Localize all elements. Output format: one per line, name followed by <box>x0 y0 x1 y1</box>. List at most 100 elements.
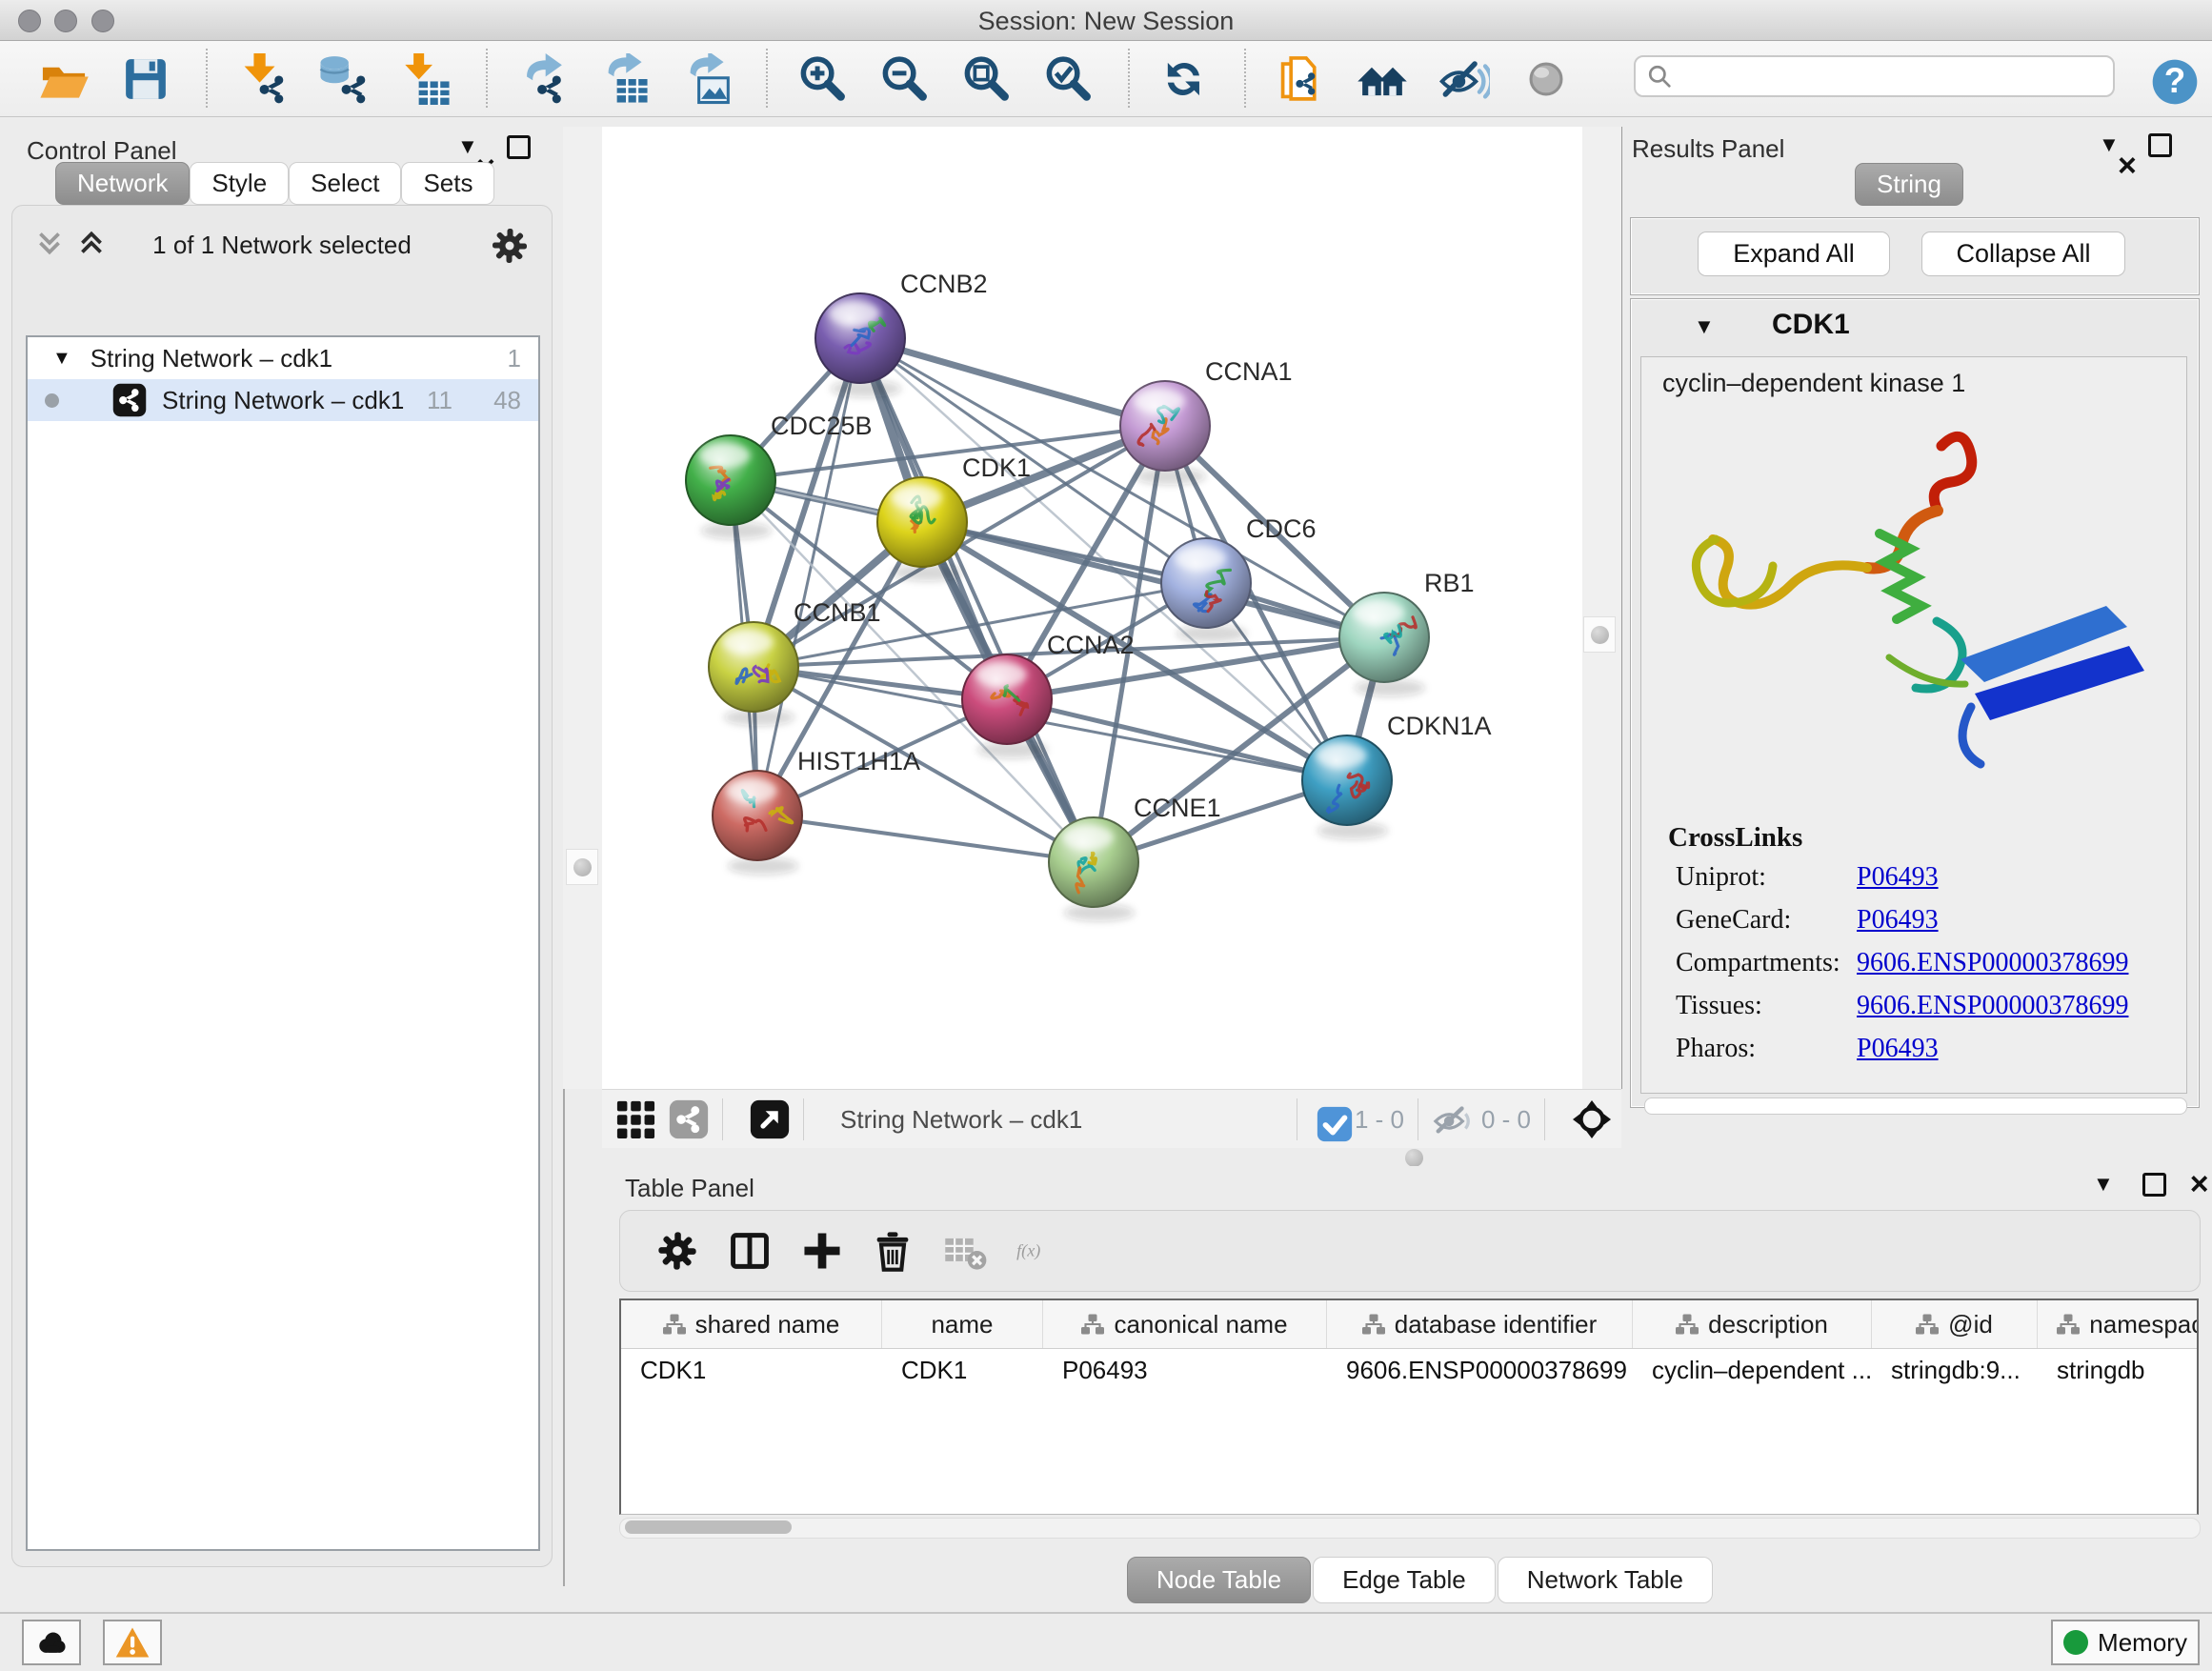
toolbar-button-import-database[interactable] <box>318 53 370 105</box>
network-edge[interactable] <box>757 815 1094 862</box>
delete-table-icon[interactable] <box>942 1228 988 1274</box>
crosslink-link[interactable]: 9606.ENSP00000378699 <box>1857 991 2128 1021</box>
left-splitter-handle[interactable] <box>566 849 598 885</box>
tab-network-table[interactable]: Network Table <box>1498 1557 1713 1603</box>
gear-icon[interactable] <box>489 225 531 272</box>
results-panel-maximize-button[interactable] <box>2148 133 2172 157</box>
table-panel-float-button[interactable]: ▼ <box>2093 1172 2114 1197</box>
toolbar-button-export-image[interactable] <box>680 53 732 105</box>
network-edge[interactable] <box>860 338 1094 862</box>
toolbar-button-import-network[interactable] <box>236 53 288 105</box>
table-cell[interactable]: P06493 <box>1043 1349 1327 1391</box>
toolbar-button-open-folder[interactable] <box>38 53 90 105</box>
table-cell[interactable]: CDK1 <box>621 1349 882 1391</box>
add-column-icon[interactable] <box>799 1228 845 1274</box>
toolbar-button-import-table[interactable] <box>400 53 452 105</box>
toolbar-button-clone-document[interactable] <box>1275 53 1326 105</box>
network-node-CCNA2[interactable] <box>962 654 1052 758</box>
toolbar-button-refresh[interactable] <box>1158 53 1210 105</box>
network-node-HIST1H1A[interactable] <box>713 771 802 875</box>
grid-view-icon[interactable] <box>615 1099 655 1139</box>
network-collection-row[interactable]: ▼ String Network – cdk1 1 <box>28 337 538 379</box>
crosslink-link[interactable]: P06493 <box>1857 905 1939 936</box>
toolbar-button-zoom-selected[interactable] <box>1042 53 1094 105</box>
search-box[interactable] <box>1634 55 2115 97</box>
collapse-all-button[interactable]: Collapse All <box>1921 232 2125 276</box>
tab-node-table[interactable]: Node Table <box>1127 1557 1311 1603</box>
toolbar-button-houses[interactable] <box>1357 53 1408 105</box>
tab-edge-table[interactable]: Edge Table <box>1313 1557 1496 1603</box>
selected-checkbox-icon[interactable] <box>1315 1104 1345 1135</box>
network-node-CDKN1A[interactable] <box>1302 735 1392 839</box>
memory-button[interactable]: Memory <box>2051 1620 2200 1665</box>
column-header-canonical-name[interactable]: canonical name <box>1043 1300 1327 1348</box>
results-panel-close-button[interactable]: × <box>2118 157 2137 175</box>
cloud-status-button[interactable] <box>22 1620 81 1665</box>
tab-select[interactable]: Select <box>289 162 401 205</box>
network-canvas[interactable]: CCNB2CCNA1CDC25BCDK1CDC6RB1CCNB1CCNA2CDK… <box>602 127 1582 1089</box>
column-header-database-identifier[interactable]: database identifier <box>1327 1300 1633 1348</box>
table-row[interactable]: CDK1CDK1P064939606.ENSP00000378699cyclin… <box>621 1349 2197 1391</box>
table-panel-maximize-button[interactable] <box>2142 1173 2166 1197</box>
column-header-description[interactable]: description <box>1633 1300 1872 1348</box>
horizontal-splitter[interactable] <box>602 1148 2212 1166</box>
results-panel-float-button[interactable]: ▼ <box>2099 132 2120 157</box>
column-header--id[interactable]: @id <box>1872 1300 2038 1348</box>
right-splitter[interactable] <box>1582 127 1623 1089</box>
warnings-button[interactable] <box>103 1620 162 1665</box>
results-scrollbar[interactable] <box>1644 1097 2187 1115</box>
network-node-CCNB2[interactable] <box>815 293 905 397</box>
control-panel-float-button[interactable]: ▼ <box>457 134 478 159</box>
birdseye-view-icon[interactable] <box>750 1099 790 1139</box>
toolbar-button-zoom-out[interactable] <box>878 53 930 105</box>
expand-all-button[interactable]: Expand All <box>1698 232 1890 276</box>
table-h-scrollbar[interactable] <box>619 1518 2201 1539</box>
toolbar-button-zoom-in[interactable] <box>796 53 848 105</box>
network-edge[interactable] <box>860 338 1165 426</box>
show-columns-icon[interactable] <box>727 1228 773 1274</box>
right-splitter-handle[interactable] <box>1583 616 1616 653</box>
crosslink-link[interactable]: P06493 <box>1857 1034 1939 1064</box>
network-node-RB1[interactable] <box>1339 593 1429 696</box>
toolbar-button-help[interactable]: ? <box>2149 56 2191 98</box>
column-header-name[interactable]: name <box>882 1300 1043 1348</box>
function-builder-icon[interactable]: f(x) <box>1015 1228 1100 1274</box>
section-collapse-icon[interactable]: ▼ <box>1694 314 1715 339</box>
tab-sets[interactable]: Sets <box>401 162 494 205</box>
toolbar-button-export-network[interactable] <box>516 53 568 105</box>
left-splitter[interactable] <box>563 127 602 1089</box>
network-row-selected[interactable]: String Network – cdk1 11 48 <box>28 379 538 421</box>
network-overview-icon[interactable] <box>669 1099 709 1139</box>
tab-string[interactable]: String <box>1855 163 1963 206</box>
crosslink-link[interactable]: P06493 <box>1857 862 1939 893</box>
table-cell[interactable]: cyclin–dependent ... <box>1633 1349 1872 1391</box>
table-cell[interactable]: stringdb:9... <box>1872 1349 2038 1391</box>
column-header-shared-name[interactable]: shared name <box>621 1300 882 1348</box>
hidden-eye-icon[interactable] <box>1432 1099 1472 1139</box>
network-node-CDC25B[interactable] <box>686 435 775 539</box>
tab-network[interactable]: Network <box>55 162 190 205</box>
network-node-CCNB1[interactable] <box>709 622 798 726</box>
table-cell[interactable]: CDK1 <box>882 1349 1043 1391</box>
table-settings-gear-icon[interactable] <box>654 1228 700 1274</box>
table-cell[interactable]: stringdb <box>2038 1349 2199 1391</box>
network-node-CCNA1[interactable] <box>1120 381 1210 485</box>
crosslink-link[interactable]: 9606.ENSP00000378699 <box>1857 948 2128 978</box>
network-edge[interactable] <box>757 338 860 815</box>
table-panel-close-button[interactable]: × <box>2190 1176 2209 1194</box>
tree-expand-icon[interactable]: ▼ <box>52 348 71 370</box>
horizontal-splitter-handle[interactable] <box>1405 1149 1423 1167</box>
search-input[interactable] <box>1672 62 2085 91</box>
table-cell[interactable]: 9606.ENSP00000378699 <box>1327 1349 1633 1391</box>
toolbar-button-hide-eye[interactable] <box>1438 53 1490 105</box>
scrollbar-thumb[interactable] <box>625 1520 792 1534</box>
network-node-CCNE1[interactable] <box>1049 817 1138 921</box>
fit-selected-crosshair-icon[interactable] <box>1572 1099 1612 1139</box>
toolbar-button-export-table[interactable] <box>598 53 650 105</box>
delete-column-icon[interactable] <box>870 1228 915 1274</box>
network-edge[interactable] <box>1007 699 1347 780</box>
column-header-namespace[interactable]: namespace <box>2038 1300 2199 1348</box>
toolbar-button-save[interactable] <box>120 53 171 105</box>
control-panel-maximize-button[interactable] <box>507 135 531 159</box>
tab-style[interactable]: Style <box>190 162 289 205</box>
